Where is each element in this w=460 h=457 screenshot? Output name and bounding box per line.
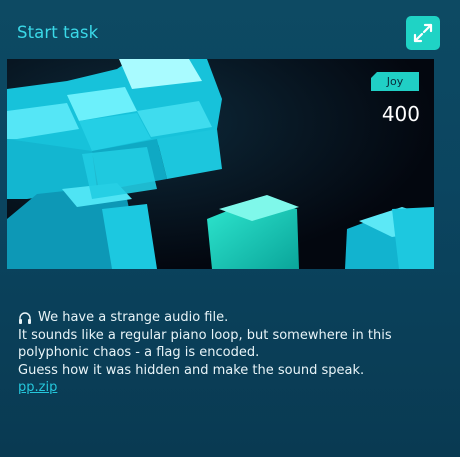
task-title: Start task — [17, 23, 99, 42]
expand-arrows-icon — [413, 23, 433, 43]
headphones-icon — [19, 312, 31, 324]
description-line-3: polyphonic chaos - a flag is encoded. — [18, 345, 260, 360]
description-text-1: We have a strange audio file. — [38, 310, 229, 325]
cubes-artwork — [7, 59, 434, 269]
difficulty-badge: Joy — [371, 72, 419, 91]
description-line-2: It sounds like a regular piano loop, but… — [18, 327, 392, 343]
task-banner-image — [7, 59, 434, 269]
task-header: Start task — [0, 0, 460, 58]
description-line-4: Guess how it was hidden and make the sou… — [18, 362, 365, 378]
expand-button[interactable] — [406, 16, 440, 50]
task-description: We have a strange audio file. It sounds … — [18, 309, 448, 397]
points-value: 400 — [381, 102, 420, 126]
description-line-1: We have a strange audio file. — [18, 309, 448, 327]
attachment-link[interactable]: pp.zip — [18, 379, 57, 397]
